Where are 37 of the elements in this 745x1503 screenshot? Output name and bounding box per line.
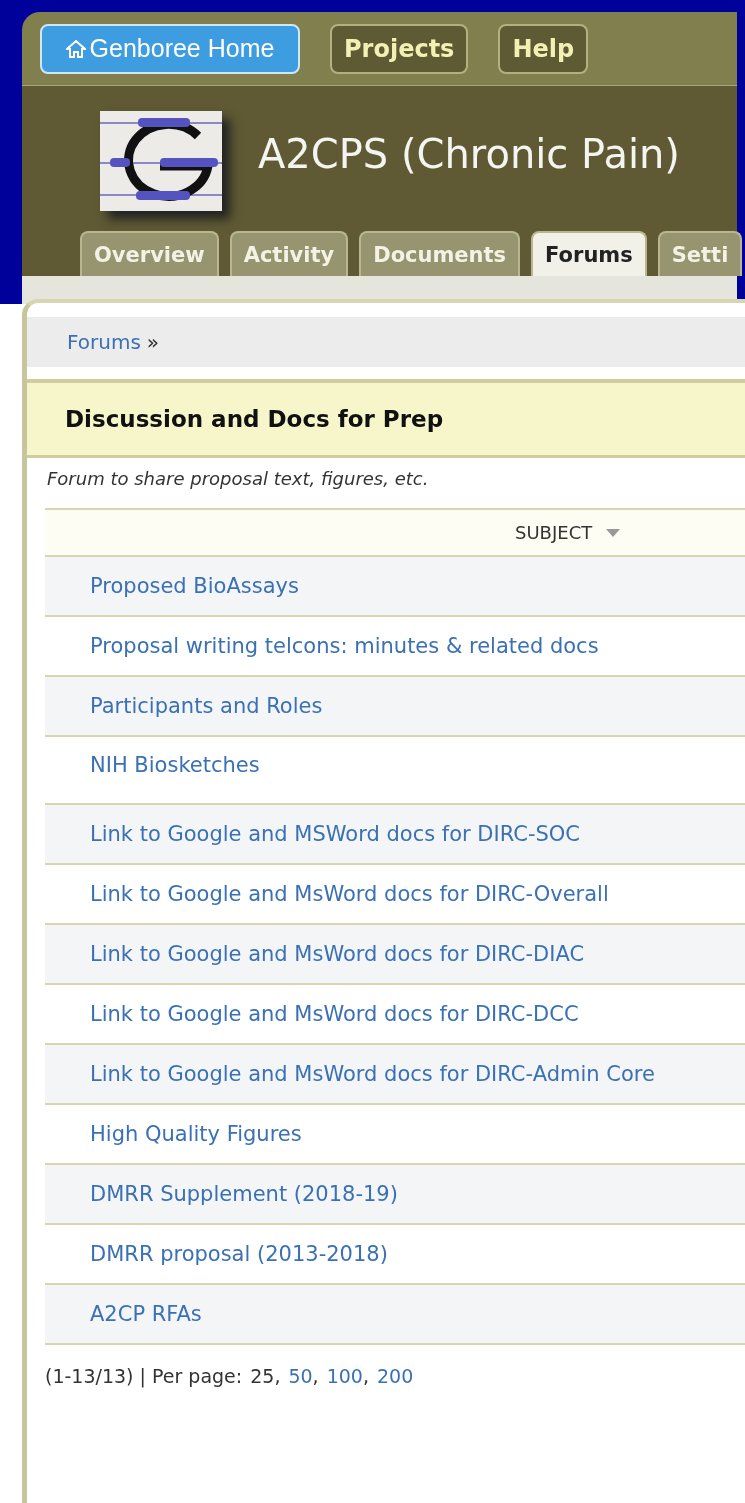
subject-link[interactable]: Link to Google and MsWord docs for DIRC-DIAC (90, 942, 585, 966)
tab[interactable]: Documents (359, 231, 521, 276)
breadcrumb-separator: » (146, 330, 160, 354)
pager-separator: , (362, 1365, 369, 1387)
subject-link[interactable]: NIH Biosketches (90, 753, 260, 777)
subject-link[interactable]: Proposal writing telcons: minutes & related docs (90, 634, 599, 658)
tab[interactable]: Overview (80, 231, 219, 276)
subject-link[interactable]: Proposed BioAssays (90, 574, 299, 598)
per-page-current: 25 (250, 1365, 275, 1387)
project-title: A2CPS (Chronic Pain) (258, 131, 680, 177)
subject-link[interactable]: DMRR proposal (2013-2018) (90, 1242, 388, 1266)
pager-summary: (1-13/13) | Per page: (45, 1365, 243, 1387)
nav-button[interactable]: Help (498, 23, 589, 74)
subject-link[interactable]: Link to Google and MsWord docs for DIRC-Admin Core (90, 1062, 655, 1086)
subject-link[interactable]: DMRR Supplement (2018-19) (90, 1182, 398, 1206)
subject-link[interactable]: High Quality Figures (90, 1122, 302, 1146)
tab[interactable]: Forums (531, 231, 647, 276)
per-page-link[interactable]: 200 (376, 1365, 414, 1387)
forum-title: Discussion and Docs for Prep (65, 406, 444, 432)
subject-link[interactable]: Participants and Roles (90, 694, 323, 718)
pager-separator: , (274, 1365, 281, 1387)
tab[interactable]: Setti (657, 231, 743, 276)
nav-button[interactable]: Projects (330, 23, 469, 74)
breadcrumb-link[interactable]: Forums (67, 330, 141, 354)
home-icon (65, 38, 86, 59)
subject-link[interactable]: Link to Google and MsWord docs for DIRC-DCC (90, 1002, 579, 1026)
logo-icon (100, 111, 222, 211)
per-page-link[interactable]: 50 (288, 1365, 313, 1387)
subject-link[interactable]: A2CP RFAs (90, 1302, 202, 1326)
subject-link[interactable]: Link to Google and MSWord docs for DIRC-SOC (90, 822, 580, 846)
per-page-link[interactable]: 100 (326, 1365, 363, 1387)
pager-separator: , (312, 1365, 319, 1387)
forum-description: Forum to share proposal text, figures, etc. (46, 467, 430, 491)
column-header[interactable]: SUBJECT (515, 522, 621, 543)
tab[interactable]: Activity (229, 231, 349, 276)
subject-link[interactable]: Link to Google and MsWord docs for DIRC-Overall (90, 882, 609, 906)
nav-button[interactable]: Genboree Home (40, 23, 300, 74)
